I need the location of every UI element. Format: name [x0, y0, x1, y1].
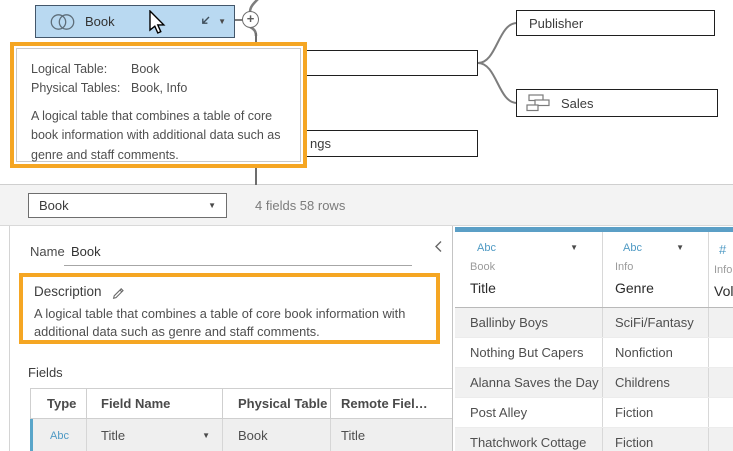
field-remote-field-value: Title	[331, 419, 452, 451]
fields-table-header: Type Field Name Physical Table Remote Fi…	[30, 388, 452, 419]
grid-cell: Alanna Saves the Day	[455, 368, 603, 397]
dropdown-caret-icon: ▼	[208, 202, 216, 210]
tooltip-description: A logical table that combines a table of…	[31, 107, 286, 165]
grid-cell: Fiction	[603, 398, 709, 427]
data-preview-grid: Abc ▼ Book Title Abc ▼ Info Genre # ▼	[453, 226, 733, 451]
grid-cell: SciFi/Fantasy	[603, 308, 709, 337]
tooltip-logical-table-label: Logical Table:	[31, 60, 131, 79]
node-label: Publisher	[529, 16, 583, 31]
table-selector-dropdown[interactable]: Book ▼	[28, 193, 227, 218]
grid-column-header-volume[interactable]: # ▼ Info Volume	[709, 232, 733, 307]
grid-cell: Ballinby Boys	[455, 308, 603, 337]
tableau-datasource-page: on ngs Publisher Sales +	[0, 0, 733, 451]
grid-cell: Thatchwork Cottage	[455, 428, 603, 451]
grid-data-row: Alanna Saves the Day Childrens	[455, 368, 733, 398]
column-menu-caret-icon[interactable]: ▼	[570, 244, 578, 252]
fields-section-label: Fields	[28, 365, 63, 380]
column-menu-caret-icon[interactable]: ▼	[676, 244, 684, 252]
relationship-canvas: on ngs Publisher Sales +	[0, 0, 733, 185]
fields-header-type: Type	[31, 389, 87, 418]
description-text: A logical table that combines a table of…	[34, 305, 434, 341]
tooltip-physical-tables-label: Physical Tables:	[31, 79, 131, 98]
field-name-caret-icon[interactable]: ▼	[202, 432, 210, 440]
table-details-panel: Name Book Description A logical table th…	[10, 226, 452, 451]
description-highlight-box: Description A logical table that combine…	[19, 273, 440, 344]
column-table-name: Book	[455, 261, 602, 273]
field-physical-table-value: Book	[223, 419, 331, 451]
grid-cell	[709, 398, 733, 427]
tooltip-physical-tables-value: Book, Info	[131, 79, 187, 98]
grid-cell: Fiction	[603, 428, 709, 451]
name-label: Name	[30, 244, 65, 259]
grid-data-row: Nothing But Capers Nonfiction	[455, 338, 733, 368]
physical-table-icon	[525, 94, 551, 112]
grid-header-row: Abc ▼ Book Title Abc ▼ Info Genre # ▼	[455, 232, 733, 308]
grid-column-header-title[interactable]: Abc ▼ Book Title	[455, 232, 603, 307]
column-field-name: Genre	[603, 280, 708, 296]
description-label: Description	[34, 284, 102, 299]
edit-pencil-icon[interactable]	[111, 285, 125, 299]
grid-data-row: Thatchwork Cottage Fiction	[455, 428, 733, 451]
node-publisher[interactable]: Publisher	[516, 10, 715, 36]
fields-table-row[interactable]: Abc Title ▼ Book Title	[30, 419, 452, 451]
fields-table: Type Field Name Physical Table Remote Fi…	[30, 388, 452, 451]
table-detail-toolbar: Book ▼ 4 fields 58 rows	[0, 185, 733, 226]
fields-header-field-name: Field Name	[87, 389, 223, 418]
collapse-icon[interactable]	[198, 15, 211, 28]
grid-cell: Nonfiction	[603, 338, 709, 367]
field-name-value[interactable]: Title	[101, 428, 125, 443]
node-book-selected[interactable]: Book ▼	[35, 5, 235, 38]
field-type-abc-icon: Abc	[50, 430, 69, 442]
column-table-name: Info	[709, 264, 733, 276]
add-table-plus-button[interactable]: +	[242, 11, 259, 28]
grid-cell: Nothing But Capers	[455, 338, 603, 367]
column-table-name: Info	[603, 261, 708, 273]
node-sales[interactable]: Sales	[516, 89, 718, 117]
node-label: ngs	[310, 136, 331, 151]
node-label: Book	[85, 14, 115, 29]
grid-cell: Post Alley	[455, 398, 603, 427]
fields-header-remote-field: Remote Fiel…	[331, 389, 452, 418]
column-type-abc-icon: Abc	[455, 242, 602, 254]
grid-cell	[709, 428, 733, 451]
grid-column-header-genre[interactable]: Abc ▼ Info Genre	[603, 232, 709, 307]
logical-table-tooltip: Logical Table: Book Physical Tables: Boo…	[16, 48, 301, 162]
column-field-name: Title	[455, 280, 602, 296]
column-field-name: Volume	[709, 283, 733, 299]
grid-cell: Childrens	[603, 368, 709, 397]
grid-data-row: Post Alley Fiction	[455, 398, 733, 428]
node-label: Sales	[561, 96, 594, 111]
name-field-underline	[64, 265, 412, 266]
grid-cell	[709, 308, 733, 337]
grid-data-row: Ballinby Boys SciFi/Fantasy	[455, 308, 733, 338]
tooltip-logical-table-value: Book	[131, 60, 160, 79]
column-type-number-icon: #	[709, 242, 733, 257]
node-menu-caret-icon[interactable]: ▼	[218, 18, 226, 26]
collapse-panel-chevron-icon[interactable]	[434, 240, 443, 253]
mouse-cursor	[148, 10, 168, 36]
column-type-abc-icon: Abc	[603, 242, 708, 254]
tooltip-highlight-box: Logical Table: Book Physical Tables: Boo…	[10, 42, 307, 168]
bottom-region: Name Book Description A logical table th…	[0, 226, 733, 451]
fields-rows-summary: 4 fields 58 rows	[255, 198, 345, 213]
grid-cell	[709, 368, 733, 397]
logical-table-venn-icon	[49, 12, 76, 32]
name-field[interactable]: Book	[71, 244, 101, 259]
table-selector-value: Book	[39, 198, 69, 213]
grid-cell	[709, 338, 733, 367]
fields-header-physical-table: Physical Table	[223, 389, 331, 418]
